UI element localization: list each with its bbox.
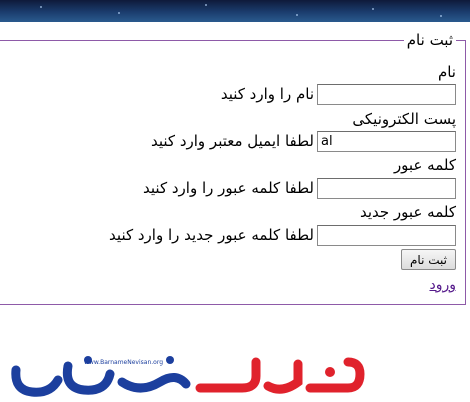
top-banner: [0, 0, 470, 22]
new-password-hint: لطفا کلمه عبور جدید را وارد کنید: [109, 226, 314, 244]
form-legend: ثبت نام: [403, 30, 456, 50]
name-row: نام را وارد کنید: [221, 83, 456, 105]
new-password-row: لطفا کلمه عبور جدید را وارد کنید: [109, 224, 456, 246]
password-input[interactable]: [317, 177, 456, 199]
name-input[interactable]: [317, 83, 456, 105]
login-link[interactable]: ورود: [429, 277, 456, 293]
new-password-input[interactable]: [317, 224, 456, 246]
email-row: لطفا ایمیل معتبر وارد کنید: [151, 130, 456, 152]
email-label: پست الکترونیکی: [352, 110, 456, 128]
password-hint: لطفا کلمه عبور را وارد کنید: [143, 179, 314, 197]
barnamenevisan-logo: www.BarnameNevisan.org: [11, 356, 365, 397]
logo-url-text: www.BarnameNevisan.org: [84, 359, 163, 366]
name-label: نام: [437, 63, 456, 81]
email-hint: لطفا ایمیل معتبر وارد کنید: [150, 132, 314, 150]
password-row: لطفا کلمه عبور را وارد کنید: [143, 177, 456, 199]
name-hint: نام را وارد کنید: [220, 85, 314, 103]
password-label: کلمه عبور: [393, 156, 456, 174]
new-password-label: کلمه عبور جدید: [359, 203, 456, 221]
email-input[interactable]: [317, 130, 456, 152]
register-button[interactable]: ثبت نام: [401, 249, 456, 270]
